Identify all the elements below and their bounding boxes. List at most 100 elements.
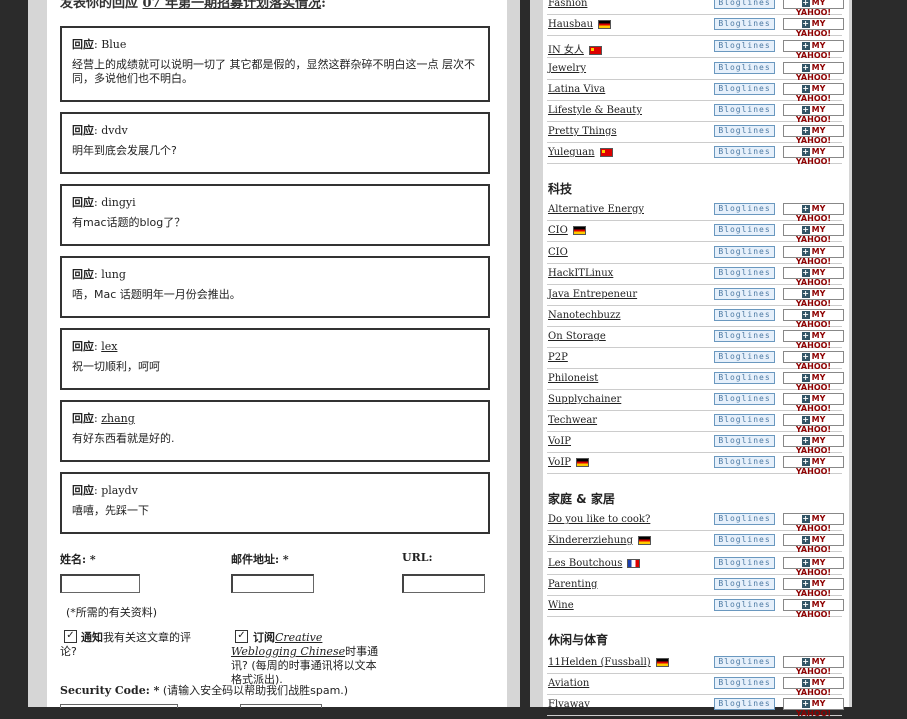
bloglines-button[interactable]: Bloglines	[714, 599, 775, 611]
bloglines-button[interactable]: Bloglines	[714, 656, 775, 668]
blog-link[interactable]: Jewelry	[548, 63, 586, 74]
bloglines-button[interactable]: Bloglines	[714, 125, 775, 137]
blog-link[interactable]: Alternative Energy	[548, 204, 644, 215]
blog-link[interactable]: Hausbau	[548, 19, 612, 30]
my-yahoo-button[interactable]: + MY YAHOO!	[783, 18, 844, 38]
bloglines-button[interactable]: Bloglines	[714, 330, 775, 342]
bloglines-button[interactable]: Bloglines	[714, 393, 775, 405]
bloglines-button[interactable]: Bloglines	[714, 62, 775, 74]
blog-link[interactable]: Parenting	[548, 579, 597, 590]
bloglines-button[interactable]: Bloglines	[714, 578, 775, 590]
bloglines-button[interactable]: Bloglines	[714, 0, 775, 9]
bloglines-button[interactable]: Bloglines	[714, 456, 775, 468]
bloglines-button[interactable]: Bloglines	[714, 146, 775, 158]
my-yahoo-button[interactable]: + MY YAHOO!	[783, 698, 844, 718]
my-yahoo-button[interactable]: + MY YAHOO!	[783, 557, 844, 577]
blog-link[interactable]: On Storage	[548, 331, 606, 342]
my-yahoo-button[interactable]: + MY YAHOO!	[783, 435, 844, 455]
my-yahoo-button[interactable]: + MY YAHOO!	[783, 372, 844, 392]
my-yahoo-button[interactable]: + MY YAHOO!	[783, 83, 844, 103]
blog-link[interactable]: Pretty Things	[548, 126, 617, 137]
bloglines-button[interactable]: Bloglines	[714, 309, 775, 321]
bloglines-button[interactable]: Bloglines	[714, 372, 775, 384]
blog-link[interactable]: Supplychainer	[548, 394, 621, 405]
comment-author-link[interactable]: lex	[101, 340, 117, 353]
my-yahoo-button[interactable]: + MY YAHOO!	[783, 330, 844, 350]
my-yahoo-button[interactable]: + MY YAHOO!	[783, 656, 844, 676]
my-yahoo-button[interactable]: + MY YAHOO!	[783, 146, 844, 166]
blog-link[interactable]: Wine	[548, 600, 574, 611]
my-yahoo-button[interactable]: + MY YAHOO!	[783, 246, 844, 266]
my-yahoo-button[interactable]: + MY YAHOO!	[783, 104, 844, 124]
my-yahoo-button[interactable]: + MY YAHOO!	[783, 393, 844, 413]
bloglines-button[interactable]: Bloglines	[714, 414, 775, 426]
article-link[interactable]: 07 年第一期招募计划落实情况	[143, 0, 322, 11]
blog-link[interactable]: Flyaway	[548, 699, 590, 710]
name-label: 姓名: *	[60, 553, 96, 566]
my-yahoo-button[interactable]: + MY YAHOO!	[783, 414, 844, 434]
my-yahoo-button[interactable]: + MY YAHOO!	[783, 534, 844, 554]
blog-link[interactable]: Lifestyle & Beauty	[548, 105, 642, 116]
bloglines-button[interactable]: Bloglines	[714, 288, 775, 300]
blog-row: Supplychainer Bloglines + MY YAHOO!	[547, 391, 844, 413]
blog-link[interactable]: P2P	[548, 352, 568, 363]
bloglines-button[interactable]: Bloglines	[714, 513, 775, 525]
blog-link[interactable]: Do you like to cook?	[548, 514, 650, 525]
name-field[interactable]	[60, 574, 140, 593]
bloglines-button[interactable]: Bloglines	[714, 224, 775, 236]
blog-link[interactable]: Yuleguan	[548, 147, 613, 158]
my-yahoo-button[interactable]: + MY YAHOO!	[783, 513, 844, 533]
bloglines-button[interactable]: Bloglines	[714, 104, 775, 116]
blog-link[interactable]: Kindererziehung	[548, 535, 652, 546]
blog-link[interactable]: HackITLinux	[548, 268, 613, 279]
blog-link[interactable]: CIO	[548, 247, 568, 258]
blog-link[interactable]: Fashion	[548, 0, 587, 9]
bloglines-button[interactable]: Bloglines	[714, 557, 775, 569]
my-yahoo-button[interactable]: + MY YAHOO!	[783, 599, 844, 619]
blog-link[interactable]: Java Entrepeneur	[548, 289, 637, 300]
blog-link[interactable]: Latina Viva	[548, 84, 605, 95]
my-yahoo-button[interactable]: + MY YAHOO!	[783, 62, 844, 82]
my-yahoo-button[interactable]: + MY YAHOO!	[783, 0, 844, 17]
my-yahoo-button[interactable]: + MY YAHOO!	[783, 40, 844, 60]
bloglines-button[interactable]: Bloglines	[714, 246, 775, 258]
blog-link[interactable]: 11Helden (Fussball)	[548, 657, 669, 668]
bloglines-button[interactable]: Bloglines	[714, 698, 775, 710]
my-yahoo-button[interactable]: + MY YAHOO!	[783, 578, 844, 598]
comment-author-link[interactable]: zhang	[101, 412, 135, 425]
my-yahoo-button[interactable]: + MY YAHOO!	[783, 309, 844, 329]
my-yahoo-button[interactable]: + MY YAHOO!	[783, 203, 844, 223]
bloglines-button[interactable]: Bloglines	[714, 18, 775, 30]
blog-name: Supplychainer	[548, 394, 622, 405]
my-yahoo-button[interactable]: + MY YAHOO!	[783, 351, 844, 371]
comment-author: dvdv	[101, 124, 128, 137]
comment-meta: 回应: zhang	[72, 412, 135, 425]
newsletter-link[interactable]: Creative Weblogging Chinese	[231, 631, 345, 658]
bloglines-button[interactable]: Bloglines	[714, 83, 775, 95]
blog-link[interactable]: Les Boutchous	[548, 558, 641, 569]
blog-link[interactable]: VoIP	[548, 436, 571, 447]
my-yahoo-button[interactable]: + MY YAHOO!	[783, 677, 844, 697]
blog-link[interactable]: Philoneist	[548, 373, 598, 384]
my-yahoo-button[interactable]: + MY YAHOO!	[783, 224, 844, 244]
bloglines-button[interactable]: Bloglines	[714, 351, 775, 363]
my-yahoo-button[interactable]: + MY YAHOO!	[783, 267, 844, 287]
blog-link[interactable]: CIO	[548, 225, 586, 236]
bloglines-button[interactable]: Bloglines	[714, 534, 775, 546]
my-yahoo-button[interactable]: + MY YAHOO!	[783, 125, 844, 145]
blog-link[interactable]: Nanotechbuzz	[548, 310, 621, 321]
email-field[interactable]	[231, 574, 314, 593]
my-yahoo-button[interactable]: + MY YAHOO!	[783, 456, 844, 476]
bloglines-button[interactable]: Bloglines	[714, 677, 775, 689]
security-code-field[interactable]	[60, 704, 178, 708]
bloglines-button[interactable]: Bloglines	[714, 203, 775, 215]
bloglines-button[interactable]: Bloglines	[714, 40, 775, 52]
my-yahoo-button[interactable]: + MY YAHOO!	[783, 288, 844, 308]
url-field[interactable]	[402, 574, 485, 593]
blog-link[interactable]: Techwear	[548, 415, 597, 426]
blog-link[interactable]: Aviation	[548, 678, 589, 689]
blog-link[interactable]: VoIP	[548, 457, 590, 468]
bloglines-button[interactable]: Bloglines	[714, 267, 775, 279]
blog-link[interactable]: IN 女人	[548, 41, 602, 56]
bloglines-button[interactable]: Bloglines	[714, 435, 775, 447]
